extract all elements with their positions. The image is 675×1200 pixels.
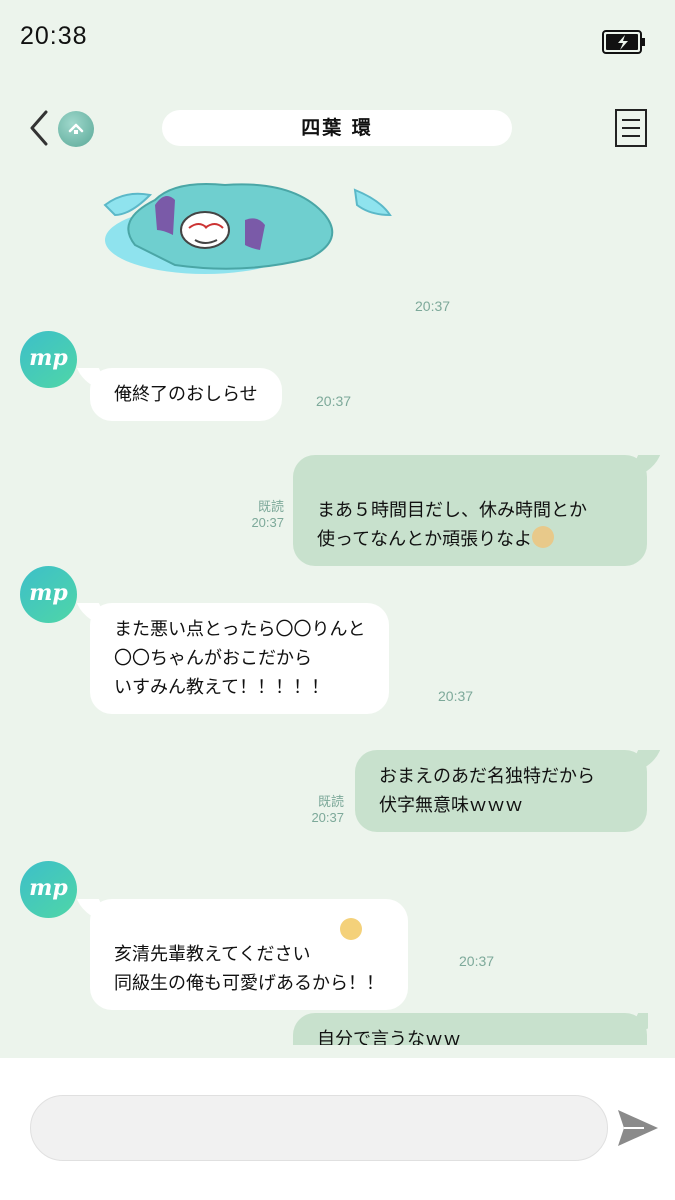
avatar[interactable]: mp xyxy=(20,566,77,623)
message-timestamp: 20:37 xyxy=(316,393,352,409)
message-bubble-outgoing[interactable]: 自分で言うなｗｗ xyxy=(293,1013,647,1045)
message-bubble-outgoing[interactable]: おまえのあだ名独特だから 伏字無意味ｗｗｗ xyxy=(355,750,647,832)
sticker-timestamp: 20:37 xyxy=(415,298,451,314)
battery-icon xyxy=(602,30,645,54)
avatar[interactable]: mp xyxy=(20,861,77,918)
message-input[interactable] xyxy=(30,1095,608,1161)
emoji-sweat-icon xyxy=(532,526,555,548)
message-timestamp: 20:37 xyxy=(438,688,474,704)
crying-cat-sticker[interactable] xyxy=(95,160,400,285)
message-bubble-incoming[interactable]: 亥清先輩教えてください 同級生の俺も可愛げあるから！！ xyxy=(90,899,408,1010)
message-bubble-incoming[interactable]: 俺終了のおしらせ xyxy=(90,368,282,421)
send-icon[interactable] xyxy=(614,1104,662,1152)
read-receipt: 既読 20:37 xyxy=(251,499,284,530)
chat-title: 四葉 環 xyxy=(162,110,512,146)
message-timestamp: 20:37 xyxy=(459,953,495,969)
status-time: 20:38 xyxy=(20,22,88,50)
avatar[interactable]: mp xyxy=(20,331,77,388)
message-bubble-outgoing[interactable]: まあ５時間目だし、休み時間とか 使ってなんとか頑張りなよ xyxy=(293,455,647,566)
home-up-icon[interactable] xyxy=(58,111,94,147)
message-bubble-incoming[interactable]: また悪い点とったら〇〇りんと 〇〇ちゃんがおこだから いすみん教えて！！！！！ xyxy=(90,603,390,714)
emoji-pleading-icon xyxy=(340,918,362,940)
back-icon[interactable] xyxy=(22,106,62,150)
menu-icon[interactable] xyxy=(614,108,648,148)
message-clip: 自分で言うなｗｗ xyxy=(293,1013,648,1045)
read-receipt: 既読 20:37 xyxy=(311,794,344,825)
